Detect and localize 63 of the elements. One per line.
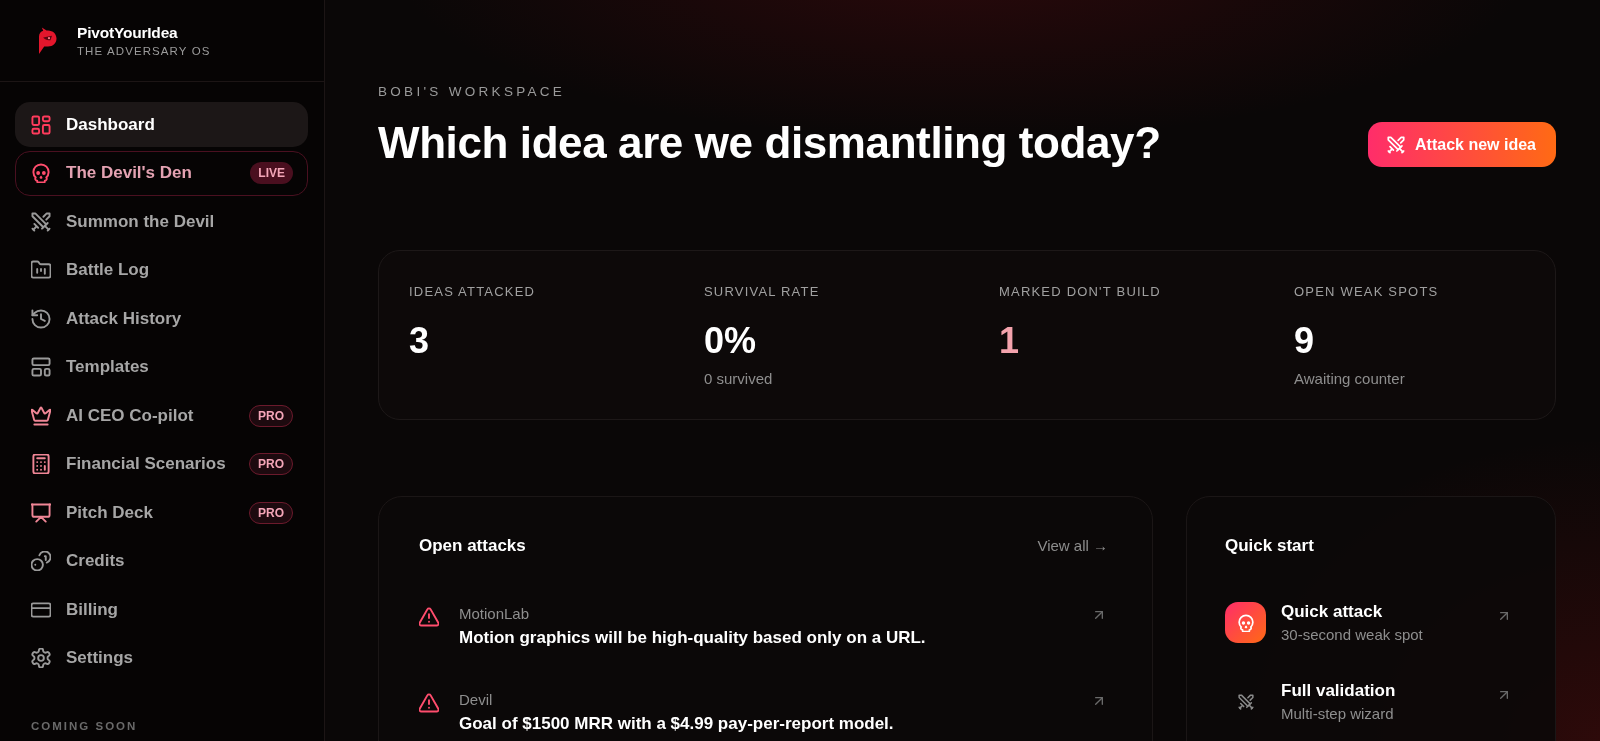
dashboard-grid-icon xyxy=(31,114,51,135)
stat-note: 0 survived xyxy=(704,370,774,388)
card-title: Quick start xyxy=(1225,535,1314,557)
calculator-icon xyxy=(31,454,51,474)
workspace-label: BOBI'S WORKSPACE xyxy=(378,84,567,100)
project-name: Devil xyxy=(459,691,494,709)
arrow-up-right-icon[interactable] xyxy=(1092,608,1106,622)
nav-item[interactable]: AI CEO Co-pilot PRO xyxy=(15,393,308,438)
nav-item[interactable]: The Devil's Den LIVE xyxy=(15,150,308,196)
brand-tagline: THE ADVERSARY OS xyxy=(77,43,211,59)
crossed-swords-icon xyxy=(31,211,51,232)
nav-item[interactable]: Settings xyxy=(15,635,308,681)
quick-start-subtitle: 30-second weak spot xyxy=(1281,626,1424,644)
attack-claim: Goal of $1500 MRR with a $4.99 pay-per-report model. xyxy=(459,713,895,735)
stat-label: IDEAS ATTACKED xyxy=(409,284,537,300)
presentation-board-icon xyxy=(31,502,51,523)
layout-icon xyxy=(31,357,51,377)
stat-label: SURVIVAL RATE xyxy=(704,284,821,300)
crown-icon xyxy=(31,405,51,426)
quick-start-title: Full validation xyxy=(1281,680,1397,702)
arrow-up-right-icon[interactable] xyxy=(1497,688,1511,702)
stat-value: 0% xyxy=(704,321,758,361)
stat-note: Awaiting counter xyxy=(1294,370,1406,388)
pro-badge: PRO xyxy=(249,501,293,524)
nav-item[interactable]: Attack History xyxy=(15,296,308,341)
stat-value: 9 xyxy=(1294,321,1316,361)
quick-start-subtitle: Multi-step wizard xyxy=(1281,705,1395,723)
credit-card-icon xyxy=(31,599,51,620)
stat-value: 3 xyxy=(409,321,431,361)
brand-name: PivotYourIdea xyxy=(77,22,179,42)
folder-chart-icon xyxy=(31,260,51,280)
nav-item[interactable]: Battle Log xyxy=(15,247,308,293)
settings-icon xyxy=(31,648,51,668)
nav-item[interactable]: Credits xyxy=(15,538,308,584)
coins-icon xyxy=(31,551,51,571)
crossed-swords-icon xyxy=(1237,693,1254,710)
nav-item[interactable]: Summon the Devil xyxy=(15,199,308,244)
page-title: Which idea are we dismantling today? xyxy=(378,117,1161,169)
nav-item[interactable]: Dashboard xyxy=(15,102,308,147)
stat-label: OPEN WEAK SPOTS xyxy=(1294,284,1440,300)
card-title: Open attacks xyxy=(419,535,526,557)
skull-icon xyxy=(31,163,51,183)
arrow-up-right-icon[interactable] xyxy=(1092,694,1106,708)
nav-item[interactable]: Financial Scenarios PRO xyxy=(15,441,308,487)
live-badge: LIVE xyxy=(250,162,293,184)
quick-start-title: Quick attack xyxy=(1281,601,1384,623)
crossed-swords-icon xyxy=(1387,135,1406,154)
project-name: MotionLab xyxy=(459,605,531,623)
stat-value: 1 xyxy=(999,321,1021,361)
warning-icon xyxy=(419,693,439,713)
warning-icon xyxy=(419,607,439,627)
stat-label: MARKED DON'T BUILD xyxy=(999,284,1162,300)
attack-claim: Motion graphics will be high-quality based only on a URL. xyxy=(459,627,927,649)
nav-item[interactable]: Pitch Deck PRO xyxy=(15,490,308,535)
view-all-link[interactable]: View all → xyxy=(1037,535,1108,557)
nav-item[interactable]: Templates xyxy=(15,344,308,390)
arrow-up-right-icon[interactable] xyxy=(1497,609,1511,623)
pro-badge: PRO xyxy=(249,453,293,475)
nav-item[interactable]: Billing xyxy=(15,587,308,632)
skull-icon xyxy=(1225,602,1266,643)
section-label: COMING SOON xyxy=(30,719,139,733)
pro-badge: PRO xyxy=(249,404,293,427)
history-icon xyxy=(31,308,51,329)
